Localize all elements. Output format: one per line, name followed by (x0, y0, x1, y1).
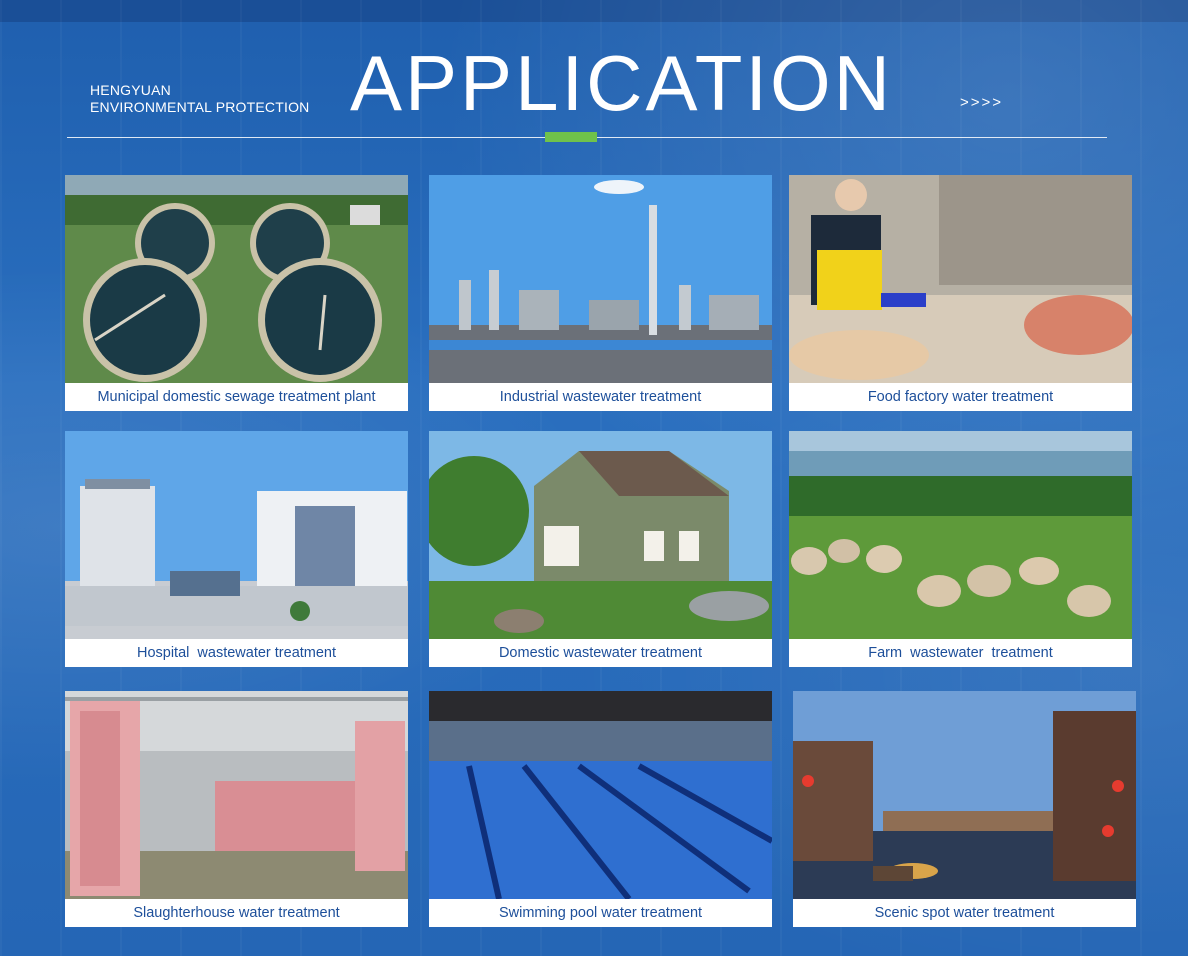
more-arrows[interactable]: >>>> (960, 94, 1003, 111)
brand-line-2: ENVIRONMENTAL PROTECTION (90, 99, 310, 115)
card-caption: Municipal domestic sewage treatment plan… (97, 389, 376, 405)
page-title: APPLICATION (350, 39, 894, 127)
brand-line-1: HENGYUAN (90, 82, 171, 98)
card-caption: Domestic wastewater treatment (498, 645, 703, 661)
food-factory-photo (789, 175, 1132, 383)
application-card-scenic-spot[interactable]: Scenic spot water treatment (793, 691, 1136, 927)
card-caption: Industrial wastewater treatment (499, 389, 702, 405)
application-card-municipal[interactable]: Municipal domestic sewage treatment plan… (65, 175, 408, 411)
card-caption: Swimming pool water treatment (498, 905, 703, 921)
card-caption: Farm wastewater treatment (868, 645, 1053, 661)
application-card-domestic[interactable]: Domestic wastewater treatment (429, 431, 772, 667)
application-card-slaughterhouse[interactable]: Slaughterhouse water treatment (65, 691, 408, 927)
hospital-photo (65, 431, 408, 639)
brand-name: HENGYUAN ENVIRONMENTAL PROTECTION (90, 82, 309, 116)
application-card-swimming-pool[interactable]: Swimming pool water treatment (429, 691, 772, 927)
application-card-farm[interactable]: Farm wastewater treatment (789, 431, 1132, 667)
header-accent-bar (545, 132, 597, 142)
card-caption: Slaughterhouse water treatment (133, 905, 340, 921)
card-caption: Hospital wastewater treatment (136, 645, 337, 661)
slaughterhouse-photo (65, 691, 408, 899)
application-card-food-factory[interactable]: Food factory water treatment (789, 175, 1132, 411)
application-card-hospital[interactable]: Hospital wastewater treatment (65, 431, 408, 667)
industrial-plant-photo (429, 175, 772, 383)
card-caption: Scenic spot water treatment (874, 905, 1055, 921)
scenic-spot-photo (793, 691, 1136, 899)
sewage-plant-photo (65, 175, 408, 383)
swimming-pool-photo (429, 691, 772, 899)
card-caption: Food factory water treatment (867, 389, 1054, 405)
farm-photo (789, 431, 1132, 639)
house-photo (429, 431, 772, 639)
application-card-industrial[interactable]: Industrial wastewater treatment (429, 175, 772, 411)
